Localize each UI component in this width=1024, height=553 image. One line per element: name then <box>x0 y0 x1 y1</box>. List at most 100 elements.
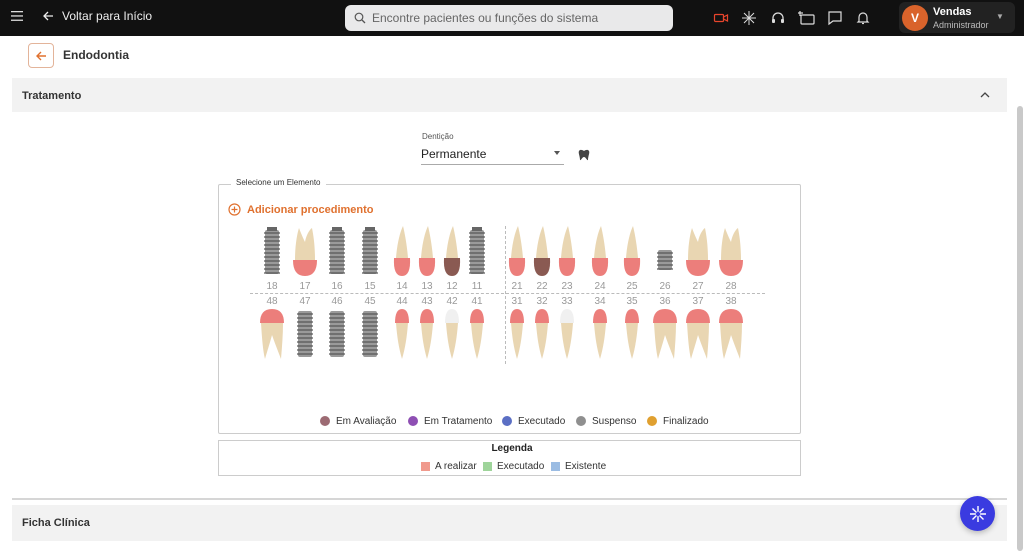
back-button[interactable] <box>28 43 54 68</box>
tooth-13[interactable] <box>415 226 439 283</box>
tooth-34[interactable] <box>588 309 612 366</box>
tooth-23[interactable] <box>555 226 579 283</box>
status-item: Em Avaliação <box>320 415 396 427</box>
status-label: Finalizado <box>663 415 709 427</box>
legend-label: A realizar <box>435 460 477 472</box>
tooth-11[interactable] <box>465 226 489 283</box>
status-dot-icon <box>576 416 586 426</box>
tooth-number: 24 <box>594 281 606 292</box>
tooth-icon[interactable] <box>578 149 590 161</box>
legend-swatch <box>421 461 430 471</box>
tooth-number: 18 <box>266 281 278 292</box>
back-label: Voltar para Início <box>62 9 153 23</box>
tooth-32[interactable] <box>530 309 554 366</box>
tooth-41[interactable] <box>465 309 489 366</box>
status-label: Suspenso <box>592 415 637 427</box>
headset-icon[interactable] <box>770 10 786 26</box>
tooth-24[interactable] <box>588 226 612 283</box>
tooth-47[interactable] <box>293 309 317 366</box>
treatment-section-header[interactable]: Tratamento <box>12 78 1007 112</box>
tooth-15[interactable] <box>358 226 382 283</box>
chevron-down-icon: ▼ <box>996 12 1004 21</box>
tooth-number: 17 <box>299 281 311 292</box>
tooth-number: 16 <box>331 281 343 292</box>
screen-share-icon[interactable] <box>798 10 815 26</box>
tooth-22[interactable] <box>530 226 554 283</box>
assistant-fab-button[interactable] <box>960 496 995 531</box>
status-label: Executado <box>518 415 566 427</box>
status-item: Em Tratamento <box>408 415 492 427</box>
tooth-number: 21 <box>511 281 523 292</box>
arrow-left-icon <box>36 51 46 60</box>
legend-swatch <box>551 461 560 471</box>
status-label: Em Tratamento <box>424 415 493 427</box>
tooth-48[interactable] <box>257 309 287 366</box>
tooth-43[interactable] <box>415 309 439 366</box>
clinical-section-header[interactable]: Ficha Clínica <box>12 505 1007 541</box>
tooth-number: 28 <box>725 281 737 292</box>
scrollbar[interactable] <box>1017 106 1023 551</box>
tooth-33[interactable] <box>555 309 579 366</box>
search-input[interactable]: Encontre pacientes ou funções do sistema <box>345 5 673 31</box>
tooth-number: 31 <box>511 296 523 307</box>
legend-label: Executado <box>497 460 545 472</box>
tooth-37[interactable] <box>683 309 713 366</box>
back-to-home-link[interactable]: Voltar para Início <box>42 9 152 23</box>
tooth-number: 48 <box>266 296 278 307</box>
tooth-42[interactable] <box>440 309 464 366</box>
tooth-38[interactable] <box>716 309 746 366</box>
video-icon[interactable] <box>713 10 729 26</box>
tooth-number: 22 <box>536 281 548 292</box>
add-procedure-button[interactable]: Adicionar procedimento <box>228 203 374 216</box>
bell-icon[interactable] <box>855 10 871 26</box>
tooth-46[interactable] <box>325 309 349 366</box>
tooth-17[interactable] <box>290 226 320 283</box>
hamburger-menu-icon[interactable] <box>10 9 26 25</box>
status-item: Finalizado <box>647 415 709 427</box>
tooth-number: 41 <box>471 296 483 307</box>
tooth-44[interactable] <box>390 309 414 366</box>
user-menu[interactable]: V Vendas Administrador ▼ <box>899 2 1015 33</box>
section-title: Ficha Clínica <box>22 517 90 529</box>
element-selector-label: Selecione um Elemento <box>231 178 326 187</box>
plus-circle-icon <box>228 203 241 216</box>
tooth-31[interactable] <box>505 309 529 366</box>
arch-divider <box>250 293 765 294</box>
tooth-number: 36 <box>659 296 671 307</box>
status-dot-icon <box>502 416 512 426</box>
dentition-select[interactable]: Permanente <box>421 143 564 165</box>
tooth-14[interactable] <box>390 226 414 283</box>
status-dot-icon <box>408 416 418 426</box>
tooth-number: 37 <box>692 296 704 307</box>
legend-label: Existente <box>565 460 607 472</box>
status-label: Em Avaliação <box>336 415 397 427</box>
legend-item: Existente <box>551 460 606 472</box>
tooth-number: 46 <box>331 296 343 307</box>
tooth-25[interactable] <box>620 226 644 283</box>
sparkle-icon[interactable] <box>741 10 757 26</box>
tooth-26[interactable] <box>653 226 677 283</box>
legend-item: A realizar <box>421 460 477 472</box>
tooth-number: 33 <box>561 296 573 307</box>
tooth-16[interactable] <box>325 226 349 283</box>
caret-down-icon <box>554 151 560 155</box>
chat-icon[interactable] <box>827 10 843 26</box>
tooth-28[interactable] <box>716 226 746 283</box>
tooth-number: 45 <box>364 296 376 307</box>
tooth-number: 26 <box>659 281 671 292</box>
tooth-36[interactable] <box>650 309 680 366</box>
tooth-27[interactable] <box>683 226 713 283</box>
arrow-left-icon <box>43 11 53 21</box>
tooth-35[interactable] <box>620 309 644 366</box>
user-name: Vendas <box>933 6 972 18</box>
tooth-21[interactable] <box>505 226 529 283</box>
tooth-45[interactable] <box>358 309 382 366</box>
tooth-12[interactable] <box>440 226 464 283</box>
dentition-label: Dentição <box>422 132 454 141</box>
tooth-number: 38 <box>725 296 737 307</box>
tooth-number: 35 <box>626 296 638 307</box>
tooth-number: 12 <box>446 281 458 292</box>
tooth-number: 14 <box>396 281 408 292</box>
tooth-18[interactable] <box>260 226 284 283</box>
tooth-number: 44 <box>396 296 408 307</box>
